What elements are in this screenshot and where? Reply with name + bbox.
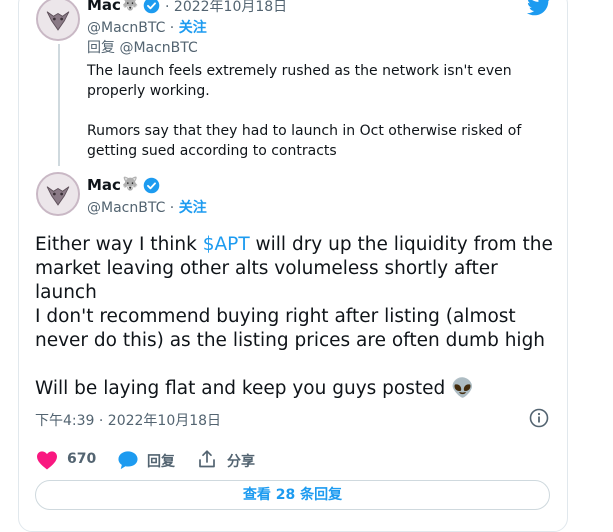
alien-emoji-icon: 👽 xyxy=(451,378,475,399)
verified-badge-icon xyxy=(143,0,160,14)
view-replies-button[interactable]: 查看 28 条回复 xyxy=(35,480,550,510)
like-count[interactable]: 670 xyxy=(67,451,96,467)
info-icon[interactable] xyxy=(529,408,549,428)
tweet-timestamp[interactable]: 下午4:39 · 2022年10月18日 xyxy=(35,410,221,430)
tweet-date[interactable]: 2022年10月18日 xyxy=(174,0,287,15)
reply-to-handle[interactable]: @MacnBTC xyxy=(119,40,197,56)
tweet-text-paragraph-3: Will be laying flat and keep you guys po… xyxy=(35,378,475,399)
reply-prefix: 回复 xyxy=(87,40,115,56)
parent-text-paragraph-2: Rumors say that they had to launch in Oc… xyxy=(87,123,522,159)
heart-icon[interactable] xyxy=(36,450,58,470)
verified-badge-icon xyxy=(143,177,160,194)
wolf-avatar-icon xyxy=(38,0,78,39)
avatar[interactable] xyxy=(36,172,80,216)
wolf-emoji-icon: 🐺 xyxy=(122,0,139,12)
wolf-avatar-icon xyxy=(38,174,78,214)
cashtag-link[interactable]: $APT xyxy=(203,234,250,255)
tweet-text-paragraph-1: Either way I think $APT will dry up the … xyxy=(35,234,553,303)
author-name[interactable]: Mac xyxy=(87,176,121,194)
wolf-emoji-icon: 🐺 xyxy=(122,177,139,192)
thread-connector-line xyxy=(58,44,60,166)
twitter-bird-icon[interactable] xyxy=(527,0,551,16)
follow-button[interactable]: 关注 xyxy=(179,20,207,36)
parent-text-paragraph-1: The launch feels extremely rushed as the… xyxy=(87,63,512,99)
share-button-label[interactable]: 分享 xyxy=(227,451,255,471)
share-icon[interactable] xyxy=(197,449,217,469)
author-handle[interactable]: @MacnBTC xyxy=(87,20,165,36)
author-handle[interactable]: @MacnBTC xyxy=(87,200,165,216)
follow-button[interactable]: 关注 xyxy=(179,200,207,216)
tweet-text-paragraph-2: I don't recommend buying right after lis… xyxy=(35,306,546,351)
reply-button-label[interactable]: 回复 xyxy=(147,451,175,471)
reply-icon[interactable] xyxy=(117,450,139,470)
author-name[interactable]: Mac xyxy=(87,0,121,14)
